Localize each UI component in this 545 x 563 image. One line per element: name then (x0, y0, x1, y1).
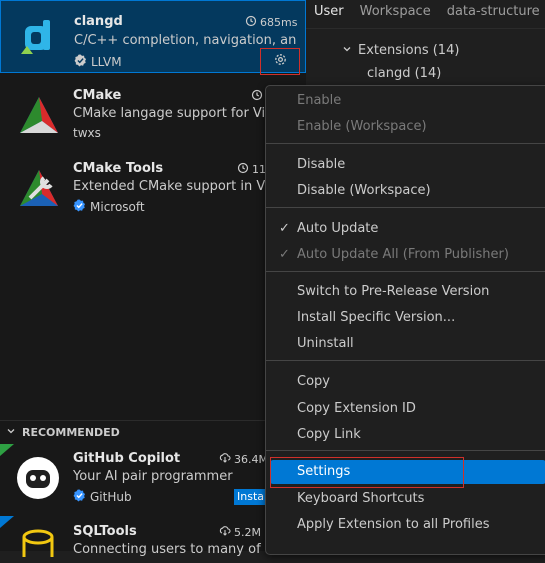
sqltools-logo-icon (20, 529, 56, 559)
menu-item-disable[interactable]: Disable (270, 153, 545, 177)
github-copilot-logo-icon (16, 456, 60, 500)
menu-item-keyboard-shortcuts[interactable]: Keyboard Shortcuts (270, 487, 545, 511)
cloud-download-icon (219, 452, 231, 467)
extension-description: C/C++ completion, navigation, and … (74, 33, 296, 48)
menu-item-enable[interactable]: Enable (270, 89, 545, 113)
settings-highlight-box (270, 457, 464, 488)
settings-scope-tabs: User Workspace data-structure (306, 0, 545, 29)
menu-item-uninstall[interactable]: Uninstall (270, 332, 545, 356)
menu-item-install-specific-version[interactable]: Install Specific Version... (270, 306, 545, 330)
check-icon: ✓ (279, 221, 290, 236)
extension-download-count: 36.4M (219, 452, 268, 467)
history-icon (245, 15, 257, 30)
tab-workspace[interactable]: Workspace (352, 0, 439, 28)
extension-description: Your AI pair programmer (73, 469, 233, 484)
menu-separator (266, 360, 545, 361)
menu-item-auto-update[interactable]: ✓ Auto Update (270, 217, 545, 241)
tree-item-clangd[interactable]: clangd (14) (367, 66, 441, 81)
gear-icon (273, 52, 288, 71)
menu-item-apply-to-all-profiles[interactable]: Apply Extension to all Profiles (270, 513, 545, 537)
extension-activation-time (251, 89, 266, 104)
extension-activation-time: 11 (237, 162, 266, 177)
tab-user[interactable]: User (306, 0, 352, 29)
menu-separator (266, 143, 545, 144)
recommended-section-header[interactable]: RECOMMENDED (0, 420, 306, 444)
cmake-logo-icon (18, 95, 60, 137)
check-icon: ✓ (279, 247, 290, 262)
menu-separator (266, 207, 545, 208)
recommended-corner-badge (0, 516, 14, 528)
chevron-down-icon (6, 426, 16, 439)
extension-publisher[interactable]: twxs (73, 126, 101, 140)
menu-item-copy-extension-id[interactable]: Copy Extension ID (270, 397, 545, 421)
extension-activation-time: 685ms (245, 15, 297, 30)
extension-download-count: 5.2M (219, 525, 261, 540)
extension-publisher[interactable]: GitHub (73, 489, 132, 505)
cloud-download-icon (219, 525, 231, 540)
extension-item-cmake-tools[interactable]: CMake Tools 11 Extended CMake support in… (0, 156, 306, 229)
menu-separator (266, 271, 545, 272)
extension-description: Connecting users to many of th (73, 542, 263, 557)
menu-item-copy-link[interactable]: Copy Link (270, 423, 545, 447)
clangd-logo-icon (19, 16, 61, 58)
history-icon (237, 162, 249, 177)
menu-item-switch-pre-release[interactable]: Switch to Pre-Release Version (270, 280, 545, 304)
extension-description: Extended CMake support in Visu (73, 179, 268, 194)
verified-publisher-icon (73, 489, 86, 505)
extension-publisher[interactable]: LLVM (74, 54, 122, 70)
menu-item-enable-workspace[interactable]: Enable (Workspace) (270, 115, 545, 139)
extension-description: CMake langage support for Visua (73, 106, 268, 121)
extension-name: CMake Tools (73, 161, 164, 176)
tree-item-extensions[interactable]: Extensions (14) (342, 43, 459, 58)
menu-item-copy[interactable]: Copy (270, 370, 545, 394)
extension-name: clangd (74, 14, 123, 29)
recommended-corner-badge (0, 444, 14, 456)
extension-publisher[interactable]: Microsoft (73, 199, 145, 215)
tab-folder[interactable]: data-structure (439, 0, 545, 28)
extension-name: SQLTools (73, 524, 137, 539)
manage-gear-button[interactable] (260, 48, 300, 75)
chevron-down-icon (342, 43, 352, 58)
tabs-divider (306, 28, 545, 29)
verified-publisher-icon (74, 54, 87, 70)
menu-item-auto-update-all[interactable]: ✓ Auto Update All (From Publisher) (270, 243, 545, 267)
menu-separator (266, 450, 545, 451)
extension-item-cmake[interactable]: CMake CMake langage support for Visua tw… (0, 83, 306, 156)
cmake-tools-logo-icon (18, 168, 60, 210)
history-icon (251, 89, 263, 104)
extension-name: GitHub Copilot (73, 451, 181, 466)
verified-publisher-icon (73, 199, 86, 215)
menu-item-disable-workspace[interactable]: Disable (Workspace) (270, 179, 545, 203)
extension-name: CMake (73, 88, 122, 103)
